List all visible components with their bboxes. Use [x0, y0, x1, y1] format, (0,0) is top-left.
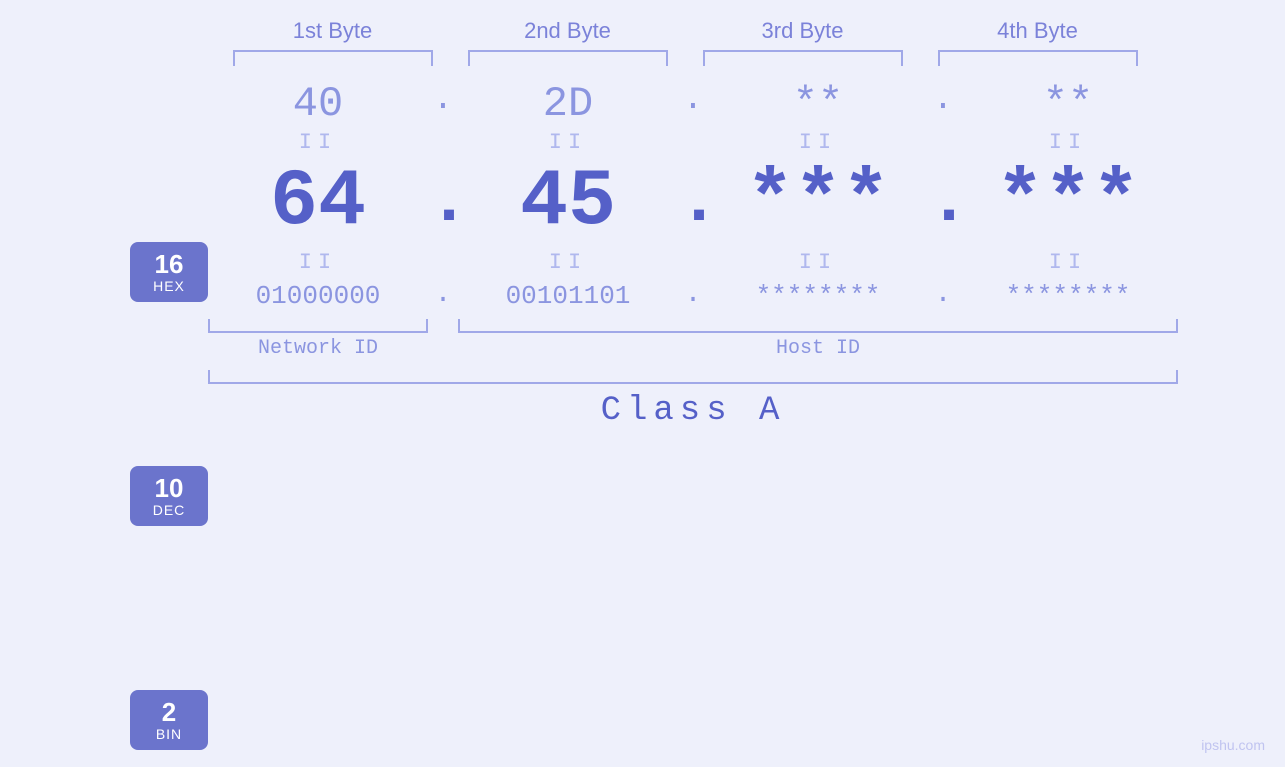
sep-5: II	[208, 250, 428, 275]
bracket-top-4	[938, 50, 1138, 66]
bin-dot-1: .	[428, 279, 458, 310]
overall-bracket	[208, 370, 1178, 384]
byte-header-3: 3rd Byte	[693, 18, 913, 44]
hex-val-1: 40	[208, 80, 428, 128]
dec-val-1: 64	[208, 157, 428, 248]
dec-row: 64 . 45 . *** . ***	[208, 157, 1178, 248]
dec-val-4: ***	[958, 157, 1178, 248]
hex-dot-3: .	[928, 81, 958, 119]
byte-header-1: 1st Byte	[223, 18, 443, 44]
sep-3: II	[708, 130, 928, 155]
sep-8: II	[958, 250, 1178, 275]
byte-header-2: 2nd Byte	[458, 18, 678, 44]
sep-7: II	[708, 250, 928, 275]
bin-val-3: ********	[708, 281, 928, 311]
dec-dot-1: .	[428, 163, 458, 242]
bracket-host-id	[458, 319, 1178, 333]
overall-bracket-section: Class A	[208, 370, 1178, 430]
bracket-net-id	[208, 319, 428, 333]
bracket-top-2	[468, 50, 668, 66]
dec-dot-2: .	[678, 163, 708, 242]
sep-2: II	[458, 130, 678, 155]
dec-dot-3: .	[928, 163, 958, 242]
byte-headers-row: 1st Byte 2nd Byte 3rd Byte 4th Byte	[130, 18, 1155, 44]
bin-row: 01000000 . 00101101 . ******** . *******…	[208, 277, 1178, 311]
byte-header-4: 4th Byte	[928, 18, 1148, 44]
data-columns: 40 . 2D . ** . ** II II II II 64	[208, 72, 1178, 430]
hex-row: 40 . 2D . ** . **	[208, 72, 1178, 128]
main-container: 1st Byte 2nd Byte 3rd Byte 4th Byte 16 H…	[0, 0, 1285, 767]
hex-val-3: **	[708, 80, 928, 128]
watermark: ipshu.com	[1201, 737, 1265, 753]
badge-hex: 16 HEX	[130, 242, 208, 302]
bin-dot-2: .	[678, 279, 708, 310]
bottom-brackets-row: Network ID Host ID	[208, 319, 1178, 360]
bin-val-4: ********	[958, 281, 1178, 311]
class-label: Class A	[208, 392, 1178, 430]
top-brackets	[130, 50, 1155, 66]
network-id-label: Network ID	[208, 337, 428, 360]
hex-dot-1: .	[428, 81, 458, 119]
bracket-top-1	[233, 50, 433, 66]
sep-1: II	[208, 130, 428, 155]
badge-dec: 10 DEC	[130, 466, 208, 526]
hex-dot-2: .	[678, 81, 708, 119]
hex-val-2: 2D	[458, 80, 678, 128]
bin-dot-3: .	[928, 279, 958, 310]
sep-row-2: II II II II	[208, 250, 1178, 275]
sep-row-1: II II II II	[208, 130, 1178, 155]
bin-val-2: 00101101	[458, 281, 678, 311]
sep-4: II	[958, 130, 1178, 155]
sep-6: II	[458, 250, 678, 275]
badge-bin: 2 BIN	[130, 690, 208, 750]
bracket-top-3	[703, 50, 903, 66]
dec-val-2: 45	[458, 157, 678, 248]
host-id-label: Host ID	[458, 337, 1178, 360]
dec-val-3: ***	[708, 157, 928, 248]
hex-val-4: **	[958, 80, 1178, 128]
bin-val-1: 01000000	[208, 281, 428, 311]
badges-column: 16 HEX 10 DEC 2 BIN	[130, 82, 208, 750]
